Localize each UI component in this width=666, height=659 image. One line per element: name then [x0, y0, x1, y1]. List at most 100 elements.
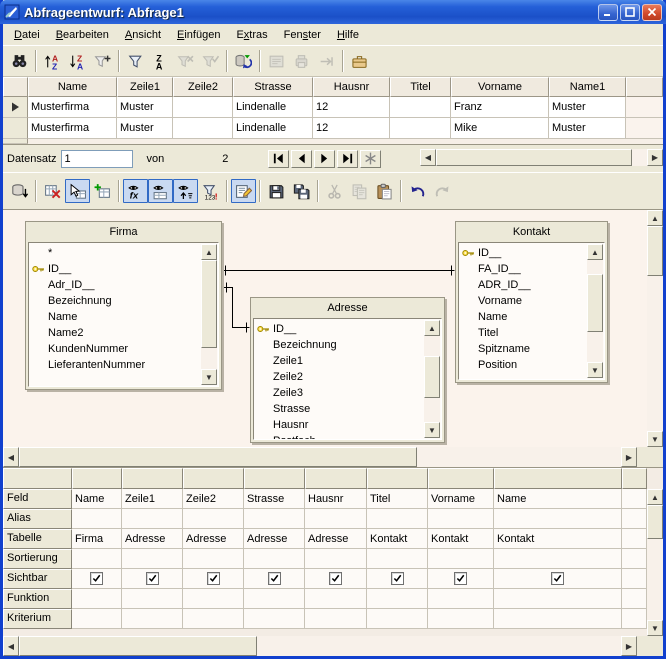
datasheet-cell[interactable]: Lindenalle	[233, 97, 313, 118]
sort-button[interactable]: ZA	[148, 49, 173, 73]
paste-button[interactable]	[372, 179, 397, 203]
table-list-scrollbar[interactable]: ▲▼	[424, 320, 440, 438]
grid-cell-alias[interactable]	[367, 509, 428, 529]
maximize-button[interactable]	[620, 4, 640, 21]
sichtbar-checkbox[interactable]	[329, 572, 342, 585]
table-field-strasse[interactable]: Strasse	[257, 401, 423, 417]
filter-button[interactable]	[123, 49, 148, 73]
table-field-lieferantennummer[interactable]: LieferantenNummer	[32, 357, 200, 373]
table-list-scrollbar[interactable]: ▲▼	[201, 244, 217, 385]
table-field-bezeichnung[interactable]: Bezeichnung	[257, 337, 423, 353]
add-filter-button[interactable]	[90, 49, 115, 73]
table-box-title[interactable]: Kontakt	[456, 222, 607, 242]
table-field-name2[interactable]: Name2	[32, 325, 200, 341]
grid-cell-alias[interactable]	[305, 509, 367, 529]
datasheet-column-header[interactable]: Vorname	[451, 77, 549, 97]
grid-cell-alias[interactable]	[428, 509, 494, 529]
table-field-adrid[interactable]: Adr_ID__	[32, 277, 200, 293]
grid-cell-kriterium[interactable]	[183, 609, 244, 629]
table-field-spitzname[interactable]: Spitzname	[462, 341, 586, 357]
menu-item-extras[interactable]: Extras	[228, 26, 275, 44]
datasheet-cell[interactable]	[390, 97, 451, 118]
grid-hscrollbar[interactable]: ◀ ▶	[3, 636, 637, 656]
sichtbar-checkbox[interactable]	[454, 572, 467, 585]
grid-vscrollbar[interactable]: ▲▼	[647, 489, 663, 636]
scroll-right-icon[interactable]: ▶	[621, 636, 637, 656]
datasheet-cell[interactable]: Muster	[117, 118, 173, 139]
menu-item-hilfe[interactable]: Hilfe	[329, 26, 367, 44]
table-box-adresse[interactable]: AdresseID__BezeichnungZeile1Zeile2Zeile3…	[250, 297, 445, 443]
select-mode-button[interactable]	[65, 179, 90, 203]
row-selector[interactable]	[3, 97, 28, 118]
grid-cell-sortierung[interactable]	[305, 549, 367, 569]
grid-cell-sortierung[interactable]	[428, 549, 494, 569]
datasheet-column-header[interactable]: Hausnr	[313, 77, 390, 97]
grid-column-header[interactable]	[622, 468, 647, 489]
datasheet-column-header[interactable]: Titel	[390, 77, 451, 97]
datasheet-column-header[interactable]: Zeile1	[117, 77, 173, 97]
datasheet-hscrollbar[interactable]: ◀ ▶	[420, 149, 663, 166]
grid-cell-kriterium[interactable]	[72, 609, 122, 629]
add-table-button[interactable]	[90, 179, 115, 203]
grid-cell-sortierung[interactable]	[244, 549, 305, 569]
table-field-vorname[interactable]: Vorname	[462, 293, 586, 309]
grid-cell-kriterium[interactable]	[305, 609, 367, 629]
scroll-left-icon[interactable]: ◀	[3, 447, 19, 467]
limit-rows-button[interactable]: 123!	[198, 179, 223, 203]
save-all-button[interactable]	[289, 179, 314, 203]
clear-query-button[interactable]	[40, 179, 65, 203]
refresh-data-button[interactable]	[231, 49, 256, 73]
scrollbar-track[interactable]	[424, 336, 440, 422]
grid-column-header[interactable]	[367, 468, 428, 489]
grid-cell-tabelle[interactable]: Firma	[72, 529, 122, 549]
table-field-name[interactable]: Name	[32, 309, 200, 325]
datasheet-column-header[interactable]: Name	[28, 77, 117, 97]
scrollbar-thumb[interactable]	[647, 226, 663, 276]
datasheet-cell[interactable]	[173, 118, 233, 139]
datasheet-cell[interactable]: Lindenalle	[233, 118, 313, 139]
save-button[interactable]	[264, 179, 289, 203]
grid-column-header[interactable]	[244, 468, 305, 489]
grid-cell-funktion[interactable]	[428, 589, 494, 609]
table-field-zeile2[interactable]: Zeile2	[257, 369, 423, 385]
datasheet-cell[interactable]: 12	[313, 97, 390, 118]
grid-cell-sortierung[interactable]	[183, 549, 244, 569]
datasheet-cell[interactable]: Franz	[451, 97, 549, 118]
grid-cell-tabelle[interactable]: Kontakt	[428, 529, 494, 549]
grid-cell-alias[interactable]	[122, 509, 183, 529]
run-query-button[interactable]	[7, 179, 32, 203]
table-field-id[interactable]: ID__	[32, 261, 200, 277]
grid-cell-feld[interactable]: Vorname	[428, 489, 494, 509]
title-bar[interactable]: Abfrageentwurf: Abfrage1	[0, 0, 666, 24]
grid-cell-kriterium[interactable]	[367, 609, 428, 629]
grid-cell-alias[interactable]	[72, 509, 122, 529]
grid-cell-feld[interactable]: Name	[72, 489, 122, 509]
show-table-names-button[interactable]	[148, 179, 173, 203]
grid-cell-funktion[interactable]	[367, 589, 428, 609]
sort-descending-button[interactable]: ZA	[65, 49, 90, 73]
sichtbar-checkbox[interactable]	[551, 572, 564, 585]
grid-cell-sichtbar[interactable]	[72, 569, 122, 589]
scroll-left-icon[interactable]: ◀	[3, 636, 19, 656]
grid-cell-kriterium[interactable]	[244, 609, 305, 629]
table-field-id[interactable]: ID__	[257, 321, 423, 337]
grid-cell-funktion[interactable]	[72, 589, 122, 609]
datasheet-cell[interactable]: Mike	[451, 118, 549, 139]
datasheet-cell[interactable]	[173, 97, 233, 118]
menu-item-bearbeiten[interactable]: Bearbeiten	[48, 26, 117, 44]
grid-cell-feld[interactable]: Hausnr	[305, 489, 367, 509]
table-box-title[interactable]: Adresse	[251, 298, 444, 318]
scrollbar-thumb[interactable]	[436, 149, 632, 166]
grid-cell-feld[interactable]: Titel	[367, 489, 428, 509]
scrollbar-track[interactable]	[436, 149, 647, 166]
scroll-up-icon[interactable]: ▲	[647, 489, 663, 505]
grid-cell-alias[interactable]	[183, 509, 244, 529]
last-record-button[interactable]	[337, 150, 358, 168]
datasheet-selector-header[interactable]	[3, 77, 28, 97]
grid-cell-sichtbar[interactable]	[367, 569, 428, 589]
menu-item-fenster[interactable]: Fenster	[276, 26, 329, 44]
close-button[interactable]	[642, 4, 662, 21]
grid-cell-kriterium[interactable]	[428, 609, 494, 629]
grid-cell-funktion[interactable]	[244, 589, 305, 609]
table-field-bezeichnung[interactable]: Bezeichnung	[32, 293, 200, 309]
